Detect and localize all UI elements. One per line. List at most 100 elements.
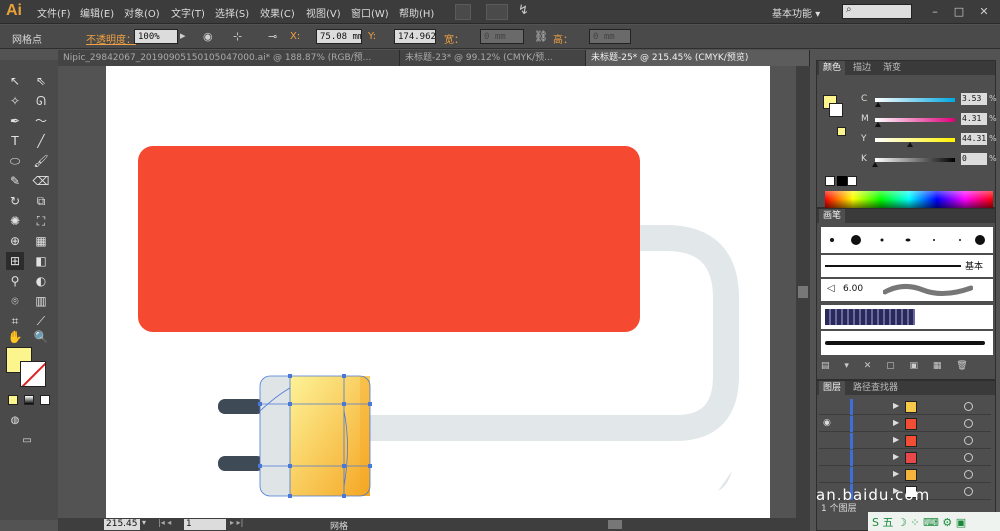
cmyk-slider-y[interactable] [875, 138, 955, 142]
brush-charcoal-row[interactable] [821, 331, 993, 355]
cmyk-value-input[interactable]: 44.31 [961, 133, 987, 145]
curvature-tool-icon[interactable]: 〜 [32, 112, 50, 130]
white-swatch[interactable] [847, 176, 857, 186]
tab-untitled-23[interactable]: 未标题-23* @ 99.12% (CMYK/预... [400, 50, 586, 66]
draw-mode-icon[interactable]: ◍ [6, 412, 24, 430]
layer-row[interactable]: ▶ [819, 450, 991, 466]
shape-builder-icon[interactable]: ⊕ [6, 232, 24, 250]
opacity-input[interactable]: 100% [134, 29, 178, 44]
gradient-mode-button[interactable] [24, 395, 34, 405]
tab-brushes[interactable]: 画笔 [819, 209, 846, 223]
cmyk-value-input[interactable]: 0 [961, 153, 987, 165]
menu-window[interactable]: 窗口(W) [351, 5, 389, 20]
mesh-tool-icon[interactable]: ⊞ [6, 252, 24, 270]
symbol-sprayer-icon[interactable]: ⌾ [6, 292, 24, 310]
menu-object[interactable]: 对象(O) [124, 5, 160, 20]
type-tool-icon[interactable]: T [6, 132, 24, 150]
cmyk-slider-thumb[interactable] [875, 122, 882, 127]
none-swatch[interactable] [825, 176, 835, 186]
brush-dot-xl[interactable] [973, 233, 987, 247]
zoom-dropdown-icon[interactable]: ▾ [142, 518, 146, 527]
reference-point-icon[interactable]: ⊹ [233, 30, 242, 43]
menu-select[interactable]: 选择(S) [215, 5, 249, 20]
cmyk-slider-m[interactable] [875, 118, 955, 122]
expand-arrow-icon[interactable]: ▶ [893, 435, 899, 444]
cmyk-slider-thumb[interactable] [874, 102, 881, 107]
menu-effect[interactable]: 效果(C) [260, 5, 295, 20]
brush-calligraphic[interactable] [901, 233, 915, 247]
height-input[interactable]: 0 mm [589, 29, 631, 44]
artboard[interactable] [106, 66, 770, 518]
eyedropper-icon[interactable]: ⚲ [6, 272, 24, 290]
brush-dot-large[interactable] [849, 233, 863, 247]
brush-dot-tiny[interactable] [875, 233, 889, 247]
target-circle-icon[interactable] [964, 470, 973, 479]
blend-tool-icon[interactable]: ◐ [32, 272, 50, 290]
expand-arrow-icon[interactable]: ▶ [893, 452, 899, 461]
vertical-scroll-thumb[interactable] [798, 286, 808, 298]
zoom-tool-icon[interactable]: 🔍 [32, 328, 50, 346]
tab-layers[interactable]: 图层 [819, 381, 846, 395]
paintbrush-tool-icon[interactable]: 🖌 [32, 152, 50, 170]
width-input[interactable]: 0 mm [480, 29, 524, 44]
arrange-documents-icon[interactable] [486, 4, 508, 20]
target-circle-icon[interactable] [964, 436, 973, 445]
first-artboard-icon[interactable]: |◂ ◂ [158, 518, 171, 527]
vertical-scrollbar[interactable] [796, 66, 810, 518]
column-graph-icon[interactable]: ▥ [32, 292, 50, 310]
maximize-button[interactable]: □ [950, 4, 968, 19]
pencil-tool-icon[interactable]: ✎ [6, 172, 24, 190]
opacity-dropdown-icon[interactable]: ▸ [180, 29, 186, 42]
red-rectangle[interactable] [138, 146, 640, 332]
line-tool-icon[interactable]: ╱ [32, 132, 50, 150]
color-mode-button[interactable] [8, 395, 18, 405]
warp-tool-icon[interactable]: ✺ [6, 212, 24, 230]
eye-icon[interactable]: ◉ [823, 418, 831, 428]
cmyk-slider-thumb[interactable] [872, 162, 878, 167]
brush-basic-row[interactable]: 基本 [821, 255, 993, 277]
target-circle-icon[interactable] [964, 453, 973, 462]
hand-tool-icon[interactable]: ✋ [6, 328, 24, 346]
out-of-gamut-swatch[interactable] [837, 127, 846, 136]
brush-dot-small[interactable] [825, 233, 839, 247]
tab-color[interactable]: 颜色 [819, 61, 846, 75]
cmyk-slider-c[interactable] [875, 98, 955, 102]
ellipse-tool-icon[interactable]: ⬭ [6, 152, 24, 170]
lasso-icon[interactable]: ᘏ [32, 92, 50, 110]
tab-nipic[interactable]: Nipic_29842067_20190905150105047000.ai* … [58, 50, 400, 66]
artboard-number-input[interactable]: 1 [184, 519, 226, 530]
cmyk-slider-k[interactable] [875, 158, 955, 162]
gpu-performance-icon[interactable]: ↯ [518, 3, 529, 18]
brush-size-row[interactable]: ◁ 6.00 [821, 279, 993, 301]
horizontal-scroll-thumb[interactable] [608, 520, 622, 529]
brush-panel-footer-icons[interactable]: ▤ ▾ ✕ ▢ ▣ ▦ 🗑 [821, 361, 974, 371]
tab-untitled-25[interactable]: 未标题-25* @ 215.45% (CMYK/预览) [586, 50, 810, 66]
menu-file[interactable]: 文件(F) [37, 5, 71, 20]
black-swatch[interactable] [837, 176, 847, 186]
color-stroke-indicator[interactable] [829, 103, 843, 117]
close-button[interactable]: ✕ [975, 4, 993, 19]
magic-wand-icon[interactable]: ✧ [6, 92, 24, 110]
canvas-area[interactable] [58, 66, 796, 518]
target-circle-icon[interactable] [964, 419, 973, 428]
scale-tool-icon[interactable]: ⧉ [32, 192, 50, 210]
zoom-input[interactable]: 215.45 [104, 519, 140, 530]
eraser-tool-icon[interactable]: ⌫ [32, 172, 50, 190]
expand-arrow-icon[interactable]: ▶ [893, 469, 899, 478]
expand-arrow-icon[interactable]: ▶ [893, 401, 899, 410]
opacity-label[interactable]: 不透明度： [86, 31, 136, 46]
x-input[interactable]: 75.08 mm [316, 29, 362, 44]
tab-gradient[interactable]: 渐变 [879, 61, 905, 75]
target-circle-icon[interactable] [964, 487, 973, 496]
link-icon[interactable]: ⛓ [534, 30, 548, 43]
target-circle-icon[interactable] [964, 402, 973, 411]
menu-edit[interactable]: 编辑(E) [80, 5, 114, 20]
color-spectrum[interactable] [825, 191, 993, 209]
brush-pattern-row[interactable] [821, 305, 993, 329]
menu-type[interactable]: 文字(T) [171, 5, 205, 20]
help-search-input[interactable]: ⌕ [842, 4, 912, 19]
screen-mode-icon[interactable]: ▭ [18, 432, 36, 450]
next-artboard-icon[interactable]: ▸ ▸| [230, 518, 243, 527]
layer-row[interactable]: ▶ [819, 433, 991, 449]
layer-row[interactable]: ▶ [819, 399, 991, 415]
